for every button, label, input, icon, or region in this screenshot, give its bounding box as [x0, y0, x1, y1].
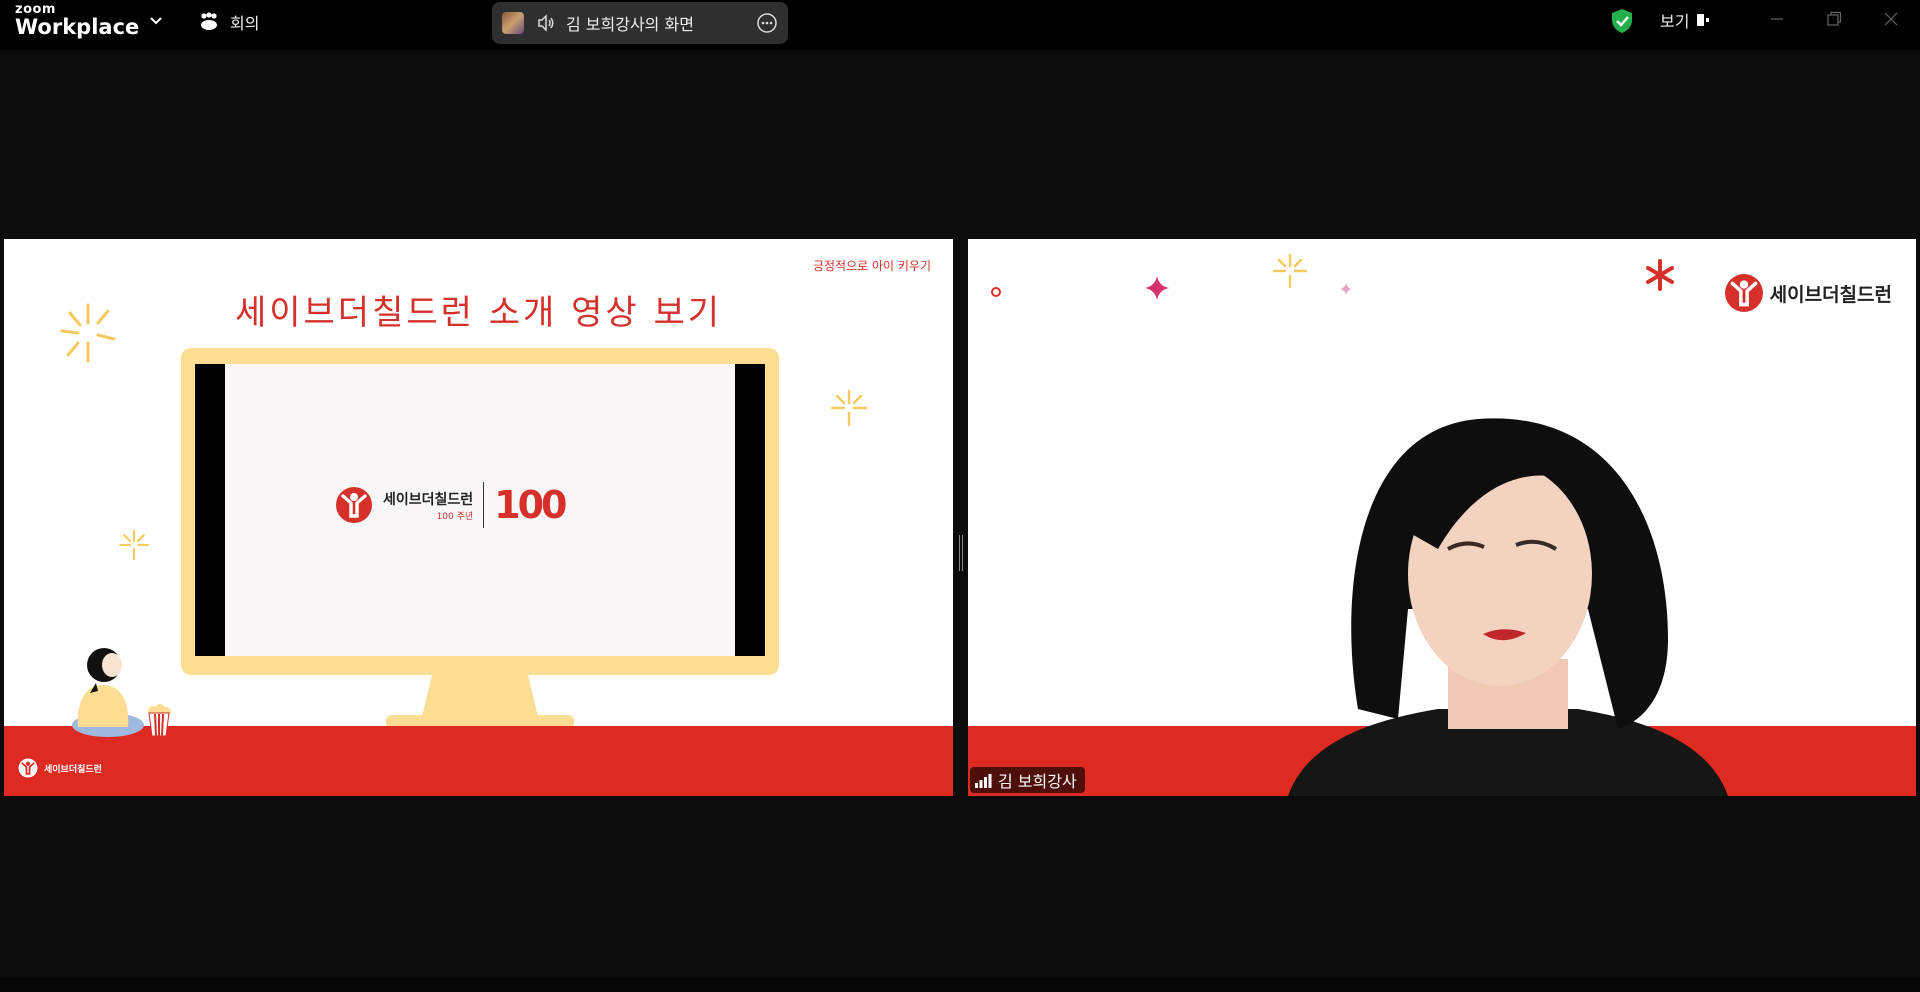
meeting-button[interactable]: 회의 [198, 9, 259, 35]
save-the-children-emblem-icon [18, 758, 38, 778]
screen-logo-sub: 100 주년 [436, 511, 474, 522]
chevron-down-icon[interactable] [148, 12, 164, 28]
participant-name: 김 보희강사 [998, 772, 1077, 791]
signal-strength-icon [975, 774, 992, 788]
brand-name: Workplace [15, 15, 140, 39]
footer-logo-text: 세이브더칠드런 [44, 764, 102, 775]
slide-title: 세이브더칠드런 소개 영상 보기 [234, 293, 723, 333]
ring-decor [991, 287, 1001, 297]
footer-logo: 세이브더칠드런 [18, 758, 102, 778]
close-icon[interactable] [1882, 10, 1900, 28]
child-illustration [72, 648, 144, 737]
title-bar: zoom Workplace 회의 김 보희강사의 화면 보기 [0, 0, 1920, 50]
view-layout-icon [1697, 14, 1710, 26]
save-the-children-logo: 세이브더칠드런 [1724, 273, 1892, 313]
view-label: 보기 [1660, 12, 1690, 31]
share-thumbnail [502, 12, 524, 34]
more-options-icon[interactable] [756, 12, 778, 34]
star-decor [1340, 283, 1352, 295]
participants-icon [201, 12, 217, 30]
sparkle-icon [60, 303, 116, 363]
minimize-icon[interactable] [1768, 10, 1786, 28]
participant-video-tile[interactable]: 세이브더칠드런 김 보희강사 [968, 239, 1916, 796]
resize-handle[interactable] [958, 535, 964, 571]
screen-share-indicator[interactable]: 김 보희강사의 화면 [492, 2, 788, 44]
meeting-label: 회의 [230, 14, 260, 33]
zoom-workplace-logo[interactable]: zoom Workplace [15, 3, 139, 38]
presenter-video [1288, 418, 1728, 796]
right-logo-text: 세이브더칠드런 [1769, 283, 1892, 306]
bottom-toolbar-strip [0, 978, 1920, 992]
star-decor [1145, 276, 1169, 300]
shared-screen-tile[interactable]: 긍정적으로 아이 키우기 세이브더칠드런 소개 영상 보기 세이브더칠드런 10… [4, 239, 953, 796]
sparkle-icon [119, 530, 149, 560]
share-title: 김 보희강사의 화면 [566, 15, 694, 34]
popcorn-icon [148, 704, 171, 737]
restore-icon[interactable] [1825, 10, 1843, 28]
save-the-children-emblem-icon [336, 487, 372, 523]
encryption-shield-icon[interactable] [1610, 8, 1634, 34]
video-screen[interactable]: 세이브더칠드런 100 주년 100 [195, 364, 765, 656]
participant-name-tag: 김 보희강사 [970, 767, 1085, 793]
sparkle-icon [1272, 253, 1308, 289]
asterisk-decor [1646, 259, 1674, 291]
save-the-children-emblem-icon [1724, 274, 1763, 312]
screen-logo-number: 100 [494, 483, 567, 527]
sparkle-icon [830, 389, 868, 427]
monitor-illustration: 세이브더칠드런 100 주년 100 [181, 348, 779, 675]
view-button[interactable]: 보기 [1660, 8, 1711, 32]
slide-tag: 긍정적으로 아이 키우기 [812, 259, 931, 273]
speaker-icon[interactable] [536, 13, 556, 33]
screen-logo-name: 세이브더칠드런 [383, 491, 474, 508]
save-the-children-100-logo: 세이브더칠드런 100 주년 100 [335, 482, 568, 528]
